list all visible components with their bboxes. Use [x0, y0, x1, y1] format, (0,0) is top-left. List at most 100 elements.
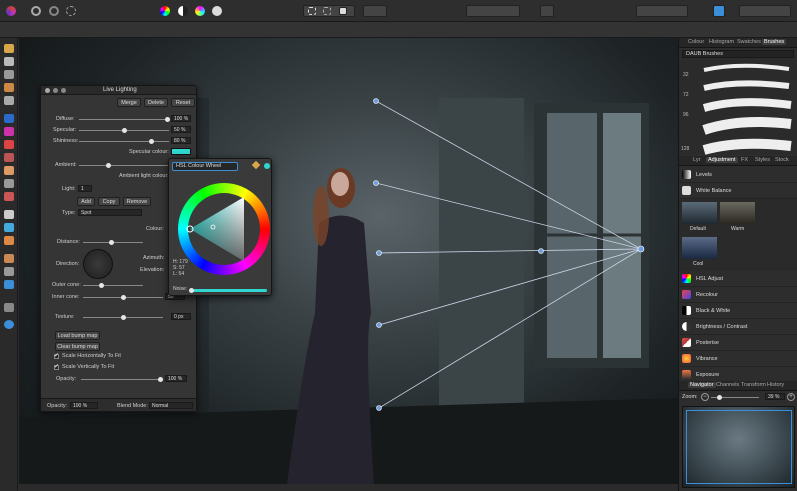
adjustment-levels[interactable]: Levels: [679, 167, 797, 183]
tab-histogram[interactable]: Histogram: [709, 39, 734, 45]
snapping-icon[interactable]: [636, 5, 688, 17]
reset-button[interactable]: Reset: [171, 98, 195, 107]
text-tool-icon[interactable]: [4, 267, 14, 276]
eraser-tool-icon[interactable]: [4, 153, 14, 162]
color-picker-tool-icon[interactable]: [4, 127, 14, 136]
pen-tool-icon[interactable]: [4, 254, 14, 263]
zoom-slider-knob[interactable]: [717, 395, 722, 400]
zoom-in-icon[interactable]: +: [787, 393, 795, 401]
tab-navigator[interactable]: Navigator: [688, 382, 716, 388]
marquee-tool-icon[interactable]: [4, 96, 14, 105]
diffuse-slider[interactable]: [79, 119, 169, 120]
specular-value[interactable]: 50 %: [171, 126, 191, 133]
blur-tool-icon[interactable]: [4, 210, 14, 219]
selection-tool-icon[interactable]: [4, 57, 14, 66]
contrast-icon[interactable]: [178, 6, 188, 16]
adjustment-brightness-contrast[interactable]: Brightness / Contrast: [679, 319, 797, 335]
arrange-icon[interactable]: [466, 5, 520, 17]
sharpen-tool-icon[interactable]: [4, 223, 14, 232]
tab-styles[interactable]: Styles: [755, 157, 770, 163]
adjustment-white-balance[interactable]: White Balance: [679, 183, 797, 199]
flood-fill-tool-icon[interactable]: [4, 114, 14, 123]
clone-tool-icon[interactable]: [4, 166, 14, 175]
remove-light-button[interactable]: Remove: [123, 197, 151, 206]
brush-tool-icon[interactable]: [4, 140, 14, 149]
diffuse-value[interactable]: 100 %: [171, 115, 191, 122]
adjustment-recolour[interactable]: Recolour: [679, 287, 797, 303]
tab-colour[interactable]: Colour: [688, 39, 704, 45]
delete-button[interactable]: Delete: [144, 98, 168, 107]
tab-transform[interactable]: Transform: [741, 382, 766, 388]
navigator-preview[interactable]: [682, 406, 795, 488]
assistant-icon[interactable]: [713, 5, 725, 17]
texture-value[interactable]: 0 px: [171, 313, 191, 320]
shininess-slider[interactable]: [79, 141, 169, 142]
persona-develop-icon[interactable]: [49, 6, 59, 16]
type-select[interactable]: Spot: [78, 209, 142, 216]
noise-slider[interactable]: [189, 289, 267, 292]
preset-warm-thumb[interactable]: [720, 202, 755, 224]
specular-colour-swatch[interactable]: [171, 148, 191, 155]
colour-mode-select[interactable]: HSL Colour Wheel: [172, 162, 238, 171]
quickmask-icon[interactable]: [363, 5, 387, 17]
close-icon[interactable]: [45, 88, 50, 93]
texture-knob[interactable]: [121, 315, 126, 320]
blend-mode-select[interactable]: Normal: [149, 402, 193, 409]
tab-fx[interactable]: FX: [741, 157, 748, 163]
eyedropper-icon[interactable]: [251, 160, 261, 170]
persona-liquify-icon[interactable]: [31, 6, 41, 16]
specular-knob[interactable]: [122, 128, 127, 133]
ambient-slider[interactable]: [79, 165, 169, 166]
persona-export-icon[interactable]: [66, 6, 76, 16]
scale-vertically-checkbox[interactable]: [54, 363, 59, 370]
layer-opacity-select[interactable]: 100 %: [70, 402, 98, 409]
tab-adjustment[interactable]: Adjustment: [706, 157, 738, 163]
add-light-button[interactable]: Add: [77, 197, 95, 206]
maximize-icon[interactable]: [61, 88, 66, 93]
tab-layers[interactable]: Lyr: [693, 157, 700, 163]
crop-tool-icon[interactable]: [4, 70, 14, 79]
adjustment-hsl[interactable]: HSL Adjust: [679, 271, 797, 287]
brush-icon[interactable]: [540, 5, 554, 17]
direction-dial[interactable]: [83, 249, 113, 279]
preset-default-thumb[interactable]: [682, 202, 717, 224]
hsl-icon[interactable]: [195, 6, 205, 16]
burn-tool-icon[interactable]: [4, 192, 14, 201]
move-tool-icon[interactable]: [4, 44, 14, 53]
hand-tool-icon[interactable]: [4, 320, 14, 329]
smudge-tool-icon[interactable]: [4, 236, 14, 245]
adjustment-black-white[interactable]: Black & White: [679, 303, 797, 319]
outer-cone-knob[interactable]: [99, 283, 104, 288]
panel-titlebar[interactable]: Live Lighting: [41, 86, 196, 95]
opacity-slider[interactable]: [81, 379, 163, 380]
white-balance-icon[interactable]: [212, 6, 222, 16]
scale-horizontally-checkbox[interactable]: [54, 352, 59, 359]
opacity-value[interactable]: 100 %: [165, 375, 187, 382]
tab-brushes[interactable]: Brushes: [762, 39, 787, 45]
minimize-icon[interactable]: [53, 88, 58, 93]
merge-button[interactable]: Merge: [117, 98, 141, 107]
tab-stock[interactable]: Stock: [775, 157, 789, 163]
sl-triangle[interactable]: [178, 183, 270, 275]
persona-photo-icon[interactable]: [6, 6, 16, 16]
distance-knob[interactable]: [109, 240, 114, 245]
select-icon[interactable]: [323, 7, 331, 15]
adjustment-vibrance[interactable]: Vibrance: [679, 351, 797, 367]
zoom-out-icon[interactable]: −: [701, 393, 709, 401]
navigator-view-rect[interactable]: [686, 410, 792, 484]
preset-cool-thumb[interactable]: [682, 237, 717, 259]
load-bump-map-button[interactable]: Load bump map: [55, 331, 100, 340]
clear-bump-map-button[interactable]: Clear bump map: [55, 342, 100, 351]
studio-icon[interactable]: [739, 5, 791, 17]
copy-light-button[interactable]: Copy: [98, 197, 120, 206]
mask-icon[interactable]: [339, 7, 347, 15]
paint-brush-tool-icon[interactable]: [4, 83, 14, 92]
shininess-knob[interactable]: [149, 139, 154, 144]
tab-history[interactable]: History: [767, 382, 784, 388]
brush-list[interactable]: 32 72 96 128: [679, 60, 797, 155]
shape-tool-icon[interactable]: [4, 280, 14, 289]
color-wheel-icon[interactable]: [160, 6, 170, 16]
brush-category-select[interactable]: DAUB Brushes: [682, 50, 794, 58]
zoom-tool-icon[interactable]: [4, 303, 14, 312]
diffuse-knob[interactable]: [165, 117, 170, 122]
